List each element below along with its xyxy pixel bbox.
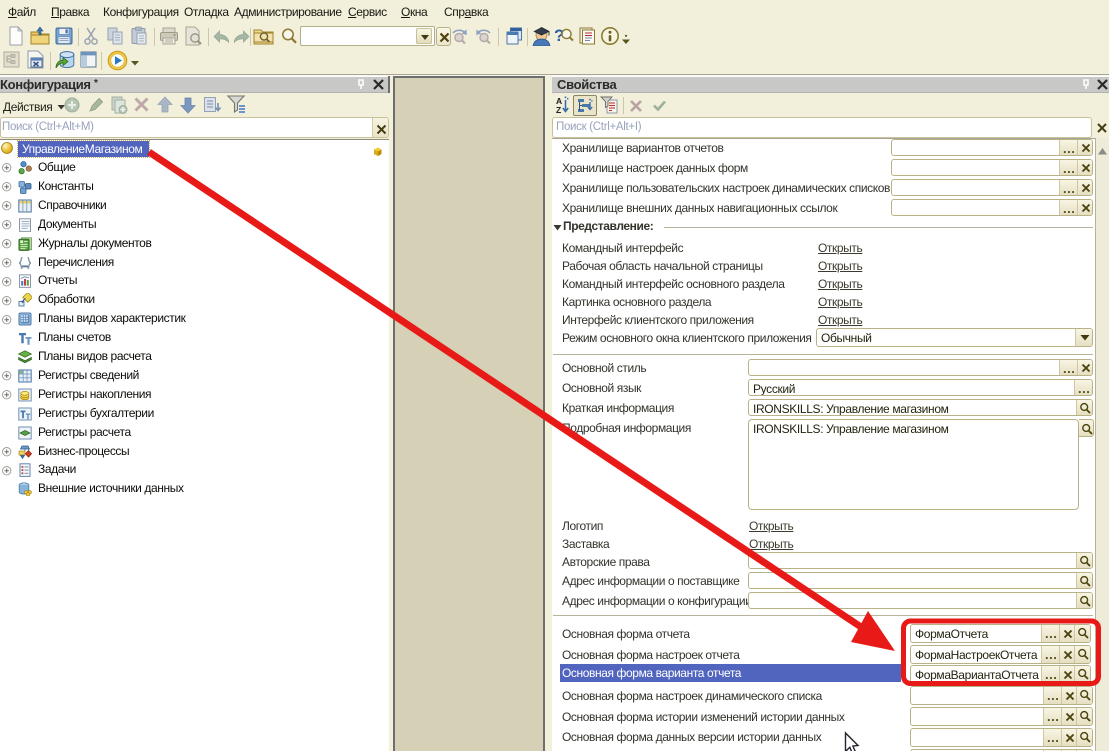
svg-text:Z: Z (556, 105, 561, 115)
